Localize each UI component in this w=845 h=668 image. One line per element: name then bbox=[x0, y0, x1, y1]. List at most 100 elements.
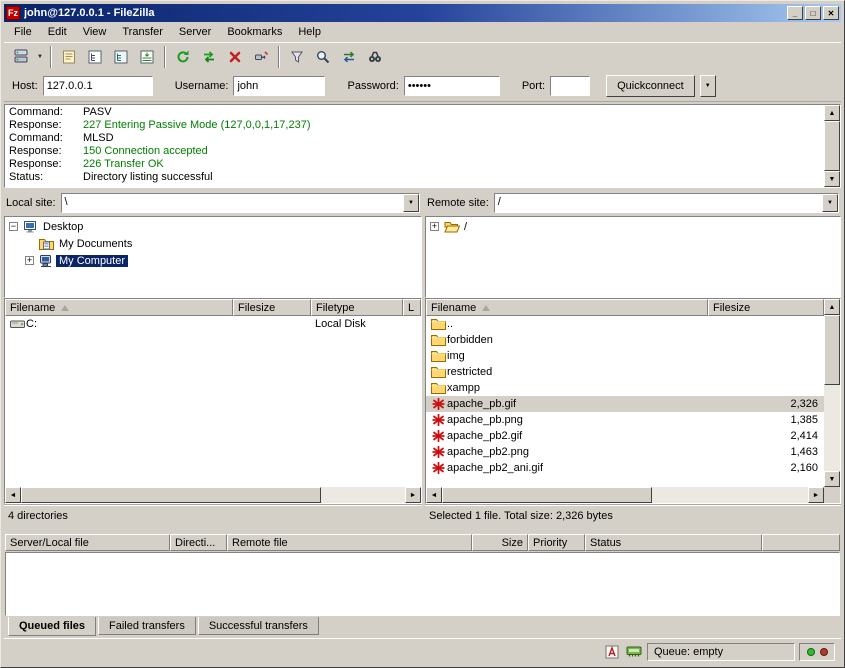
file-size: 2,414 bbox=[708, 428, 824, 444]
remote-file-row[interactable]: apache_pb2.gif2,414 bbox=[426, 428, 824, 444]
tab-successful-transfers[interactable]: Successful transfers bbox=[198, 617, 319, 635]
scroll-down-icon[interactable]: ▼ bbox=[824, 471, 840, 487]
column-header-filesize[interactable]: Filesize bbox=[233, 299, 311, 316]
site-manager-dropdown-icon[interactable]: ▼ bbox=[34, 45, 46, 69]
site-manager-button[interactable] bbox=[9, 45, 33, 69]
column-header-filename[interactable]: Filename bbox=[426, 299, 708, 316]
transfer-queue-list[interactable] bbox=[5, 552, 840, 616]
file-name: apache_pb.png bbox=[447, 414, 523, 426]
remote-file-row[interactable]: .. bbox=[426, 316, 824, 332]
menu-help[interactable]: Help bbox=[290, 24, 329, 40]
tree-expander-plus-icon[interactable]: + bbox=[25, 256, 34, 265]
maximize-button[interactable]: □ bbox=[805, 6, 821, 20]
remote-tree-item[interactable]: +/ bbox=[426, 218, 840, 235]
remote-file-row[interactable]: apache_pb.gif2,326 bbox=[426, 396, 824, 412]
scroll-left-icon[interactable]: ◄ bbox=[426, 487, 442, 503]
column-header-status[interactable]: Status bbox=[585, 534, 762, 551]
menu-server[interactable]: Server bbox=[171, 24, 219, 40]
remote-hscroll-track[interactable] bbox=[442, 487, 808, 503]
log-vscroll-track[interactable] bbox=[824, 121, 840, 171]
remote-file-row[interactable]: restricted bbox=[426, 364, 824, 380]
host-input[interactable] bbox=[43, 76, 153, 96]
column-header-filename[interactable]: Filename bbox=[5, 299, 233, 316]
menu-file[interactable]: File bbox=[6, 24, 40, 40]
local-file-row[interactable]: C:Local Disk bbox=[5, 316, 421, 332]
data-type-icon[interactable] bbox=[603, 643, 621, 661]
menu-view[interactable]: View bbox=[75, 24, 115, 40]
tab-queued-files[interactable]: Queued files bbox=[8, 617, 96, 636]
tree-expander-minus-icon[interactable]: − bbox=[9, 222, 18, 231]
find-files-button[interactable] bbox=[363, 45, 387, 69]
local-hscroll-thumb[interactable] bbox=[21, 487, 321, 503]
remote-file-row[interactable]: xampp bbox=[426, 380, 824, 396]
scroll-down-icon[interactable]: ▼ bbox=[824, 171, 840, 187]
password-input[interactable] bbox=[404, 76, 500, 96]
toggle-message-log-button[interactable] bbox=[57, 45, 81, 69]
column-header-priority[interactable]: Priority bbox=[528, 534, 585, 551]
scroll-left-icon[interactable]: ◄ bbox=[5, 487, 21, 503]
minimize-button[interactable]: _ bbox=[787, 6, 803, 20]
remote-hscroll-thumb[interactable] bbox=[442, 487, 652, 503]
quickconnect-button[interactable]: Quickconnect bbox=[606, 75, 695, 97]
column-header-filesize[interactable]: Filesize bbox=[708, 299, 824, 316]
port-input[interactable] bbox=[550, 76, 590, 96]
remote-file-row[interactable]: img bbox=[426, 348, 824, 364]
remote-site-value[interactable]: / bbox=[495, 194, 822, 212]
remote-file-row[interactable]: apache_pb.png1,385 bbox=[426, 412, 824, 428]
scroll-up-icon[interactable]: ▲ bbox=[824, 299, 840, 315]
close-button[interactable]: ✕ bbox=[823, 6, 839, 20]
column-header-directi-[interactable]: Directi... bbox=[170, 534, 227, 551]
file-size: 2,160 bbox=[708, 460, 824, 476]
local-tree-item[interactable]: +My Computer bbox=[5, 252, 421, 269]
column-header-remote-file[interactable]: Remote file bbox=[227, 534, 472, 551]
queue-splitter[interactable] bbox=[4, 526, 841, 534]
column-header-l[interactable]: L bbox=[403, 299, 421, 316]
remote-site-dropdown-icon[interactable]: ▼ bbox=[822, 194, 838, 212]
menu-edit[interactable]: Edit bbox=[40, 24, 75, 40]
log-vscrollbar[interactable]: ▲ ▼ bbox=[824, 105, 840, 187]
scroll-right-icon[interactable]: ► bbox=[808, 487, 824, 503]
remote-file-row[interactable]: apache_pb2.png1,463 bbox=[426, 444, 824, 460]
sync-browsing-button[interactable] bbox=[337, 45, 361, 69]
toggle-remote-tree-button[interactable] bbox=[109, 45, 133, 69]
local-site-value[interactable]: \ bbox=[62, 194, 403, 212]
menu-bookmarks[interactable]: Bookmarks bbox=[219, 24, 290, 40]
remote-vscroll-thumb[interactable] bbox=[824, 315, 840, 385]
local-hscroll-track[interactable] bbox=[21, 487, 405, 503]
tree-expander-plus-icon[interactable]: + bbox=[430, 222, 439, 231]
local-site-combo[interactable]: \ ▼ bbox=[61, 193, 420, 213]
toggle-local-tree-button[interactable] bbox=[83, 45, 107, 69]
remote-vscroll-track[interactable] bbox=[824, 315, 840, 471]
column-header-size[interactable]: Size bbox=[472, 534, 528, 551]
message-log-lines: Command:PASVResponse:227 Entering Passiv… bbox=[5, 105, 824, 187]
username-input[interactable] bbox=[233, 76, 325, 96]
remote-site-combo[interactable]: / ▼ bbox=[494, 193, 839, 213]
quickconnect-dropdown[interactable]: ▼ bbox=[700, 75, 716, 97]
local-site-dropdown-icon[interactable]: ▼ bbox=[403, 194, 419, 212]
disconnect-button[interactable] bbox=[249, 45, 273, 69]
remote-vscrollbar[interactable]: ▲ ▼ bbox=[824, 299, 840, 487]
menu-transfer[interactable]: Transfer bbox=[114, 24, 171, 40]
local-tree-item[interactable]: −Desktop bbox=[5, 218, 421, 235]
log-vscroll-thumb[interactable] bbox=[824, 121, 840, 171]
compare-button[interactable] bbox=[311, 45, 335, 69]
remote-hscrollbar[interactable]: ◄ ► bbox=[426, 487, 824, 503]
log-message: Directory listing successful bbox=[83, 171, 213, 184]
tab-failed-transfers[interactable]: Failed transfers bbox=[98, 617, 196, 635]
scroll-right-icon[interactable]: ► bbox=[405, 487, 421, 503]
title-bar[interactable]: Fz john@127.0.0.1 - FileZilla _ □ ✕ bbox=[4, 4, 841, 22]
cancel-button[interactable] bbox=[223, 45, 247, 69]
local-tree-item[interactable]: My Documents bbox=[5, 235, 421, 252]
scroll-up-icon[interactable]: ▲ bbox=[824, 105, 840, 121]
column-header-server-local-file[interactable]: Server/Local file bbox=[5, 534, 170, 551]
refresh-button[interactable] bbox=[171, 45, 195, 69]
filter-button[interactable] bbox=[285, 45, 309, 69]
local-hscrollbar[interactable]: ◄ ► bbox=[5, 487, 421, 503]
remote-file-row[interactable]: forbidden bbox=[426, 332, 824, 348]
column-header-filetype[interactable]: Filetype bbox=[311, 299, 403, 316]
encryption-icon[interactable] bbox=[625, 643, 643, 661]
remote-file-row[interactable]: apache_pb2_ani.gif2,160 bbox=[426, 460, 824, 476]
folder-icon bbox=[430, 318, 447, 330]
process-queue-button[interactable] bbox=[197, 45, 221, 69]
toggle-transfer-queue-button[interactable] bbox=[135, 45, 159, 69]
